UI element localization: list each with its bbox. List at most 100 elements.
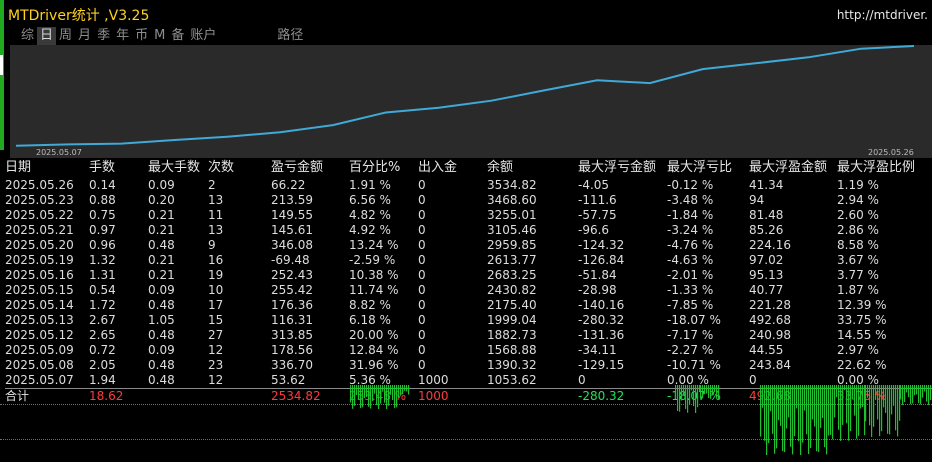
table-row[interactable]: 2025.05.16 1.31 0.21 19 252.43 10.38 % 0 2683.2… bbox=[5, 268, 932, 283]
indicator-bar bbox=[689, 385, 691, 405]
tab-10[interactable]: 路径 bbox=[274, 27, 306, 45]
table-cell: 1999.04 bbox=[487, 313, 537, 327]
table-cell: 13.24 % bbox=[349, 238, 399, 252]
table-cell: 8.82 % bbox=[349, 298, 391, 312]
table-cell: 12 bbox=[208, 343, 224, 357]
tab-6[interactable]: 币 bbox=[132, 27, 151, 45]
indicator-bar bbox=[798, 385, 800, 442]
table-cell: 31.96 % bbox=[349, 358, 399, 372]
indicator-bar bbox=[693, 385, 695, 407]
indicator-bar bbox=[879, 385, 881, 437]
tab-2[interactable]: 周 bbox=[56, 27, 75, 45]
table-cell: 8.58 % bbox=[837, 238, 879, 252]
indicator-bar bbox=[790, 385, 792, 447]
indicator-bar bbox=[852, 385, 854, 400]
header-cell-1[interactable]: 手数 bbox=[89, 158, 148, 178]
tab-1[interactable]: 日 bbox=[37, 27, 57, 45]
table-row[interactable]: 2025.05.20 0.96 0.48 9 346.08 13.24 % 0 2959.85… bbox=[5, 238, 932, 253]
header-cell-10[interactable]: 最大浮盈金额 bbox=[749, 158, 837, 178]
table-cell: -57.75 bbox=[578, 208, 617, 222]
tab-8[interactable]: 备 bbox=[168, 27, 187, 45]
table-row[interactable]: 2025.05.13 2.67 1.05 15 116.31 6.18 % 0 1999.04… bbox=[5, 313, 932, 328]
indicator-bar bbox=[848, 385, 850, 441]
header-cell-6[interactable]: 出入金 bbox=[418, 158, 487, 178]
indicator-bar bbox=[914, 385, 916, 396]
table-cell: 10.38 % bbox=[349, 268, 399, 282]
indicator-bar bbox=[691, 385, 693, 391]
indicator-bar bbox=[404, 385, 406, 391]
table-cell: -131.36 bbox=[578, 328, 625, 342]
header-cell-4[interactable]: 盈亏金额 bbox=[271, 158, 349, 178]
header-cell-9[interactable]: 最大浮亏比 bbox=[667, 158, 749, 178]
header-cell-7[interactable]: 余额 bbox=[487, 158, 578, 178]
table-cell: 0.72 bbox=[89, 343, 116, 357]
indicator-bar bbox=[904, 385, 906, 402]
table-cell: 2025.05.26 bbox=[5, 178, 74, 192]
indicator-bar bbox=[806, 385, 808, 435]
table-row[interactable]: 2025.05.12 2.65 0.48 27 313.85 20.00 % 0 1882.7… bbox=[5, 328, 932, 343]
table-cell: 0.09 bbox=[148, 178, 175, 192]
table-cell: 66.22 bbox=[271, 178, 306, 192]
header-cell-2[interactable]: 最大手数 bbox=[148, 158, 208, 178]
header-cell-5[interactable]: 百分比% bbox=[349, 158, 418, 178]
indicator-bar bbox=[780, 385, 782, 426]
table-cell: 0.48 bbox=[148, 328, 175, 342]
header-cell-11[interactable]: 最大浮盈比例 bbox=[837, 158, 932, 178]
table-cell: 1.72 bbox=[89, 298, 116, 312]
table-cell: 11.74 % bbox=[349, 283, 399, 297]
table-cell: -69.48 bbox=[271, 253, 310, 267]
tab-7[interactable]: M bbox=[151, 27, 168, 45]
table-cell: -2.27 % bbox=[667, 343, 714, 357]
table-cell: 0.75 bbox=[89, 208, 116, 222]
header-cell-0[interactable]: 日期 bbox=[5, 158, 89, 178]
indicator-bar bbox=[386, 385, 388, 409]
table-row[interactable]: 2025.05.23 0.88 0.20 13 213.59 6.56 % 0 3468.60… bbox=[5, 193, 932, 208]
indicator-bar bbox=[772, 385, 774, 434]
table-row[interactable]: 2025.05.15 0.54 0.09 10 255.42 11.74 % 0 2430.8… bbox=[5, 283, 932, 298]
website-url[interactable]: http://mtdriver. bbox=[837, 8, 928, 22]
table-cell: 2.86 % bbox=[837, 223, 879, 237]
indicator-bar bbox=[774, 385, 776, 454]
indicator-bar bbox=[716, 385, 718, 398]
table-cell: 0.09 bbox=[148, 283, 175, 297]
indicator-bar bbox=[390, 385, 392, 395]
table-row[interactable]: 2025.05.22 0.75 0.21 11 149.55 4.82 % 0 3255.01… bbox=[5, 208, 932, 223]
balance-chart: 2025.05.07 2025.05.26 bbox=[10, 45, 932, 158]
table-cell: -129.15 bbox=[578, 358, 625, 372]
indicator-bar bbox=[902, 385, 904, 405]
table-cell: 95.13 bbox=[749, 268, 784, 282]
tab-0[interactable]: 综 bbox=[18, 27, 37, 45]
indicator-bar bbox=[712, 385, 714, 396]
indicator-bar bbox=[764, 385, 766, 441]
indicator-bar bbox=[822, 385, 824, 418]
table-cell: -28.98 bbox=[578, 283, 617, 297]
table-cell: 0 bbox=[418, 283, 426, 297]
table-cell: 17 bbox=[208, 298, 224, 312]
table-cell: -18.07 % bbox=[667, 313, 721, 327]
tab-3[interactable]: 月 bbox=[75, 27, 94, 45]
indicator-bar bbox=[760, 385, 762, 437]
tab-9[interactable]: 账户 bbox=[187, 27, 219, 45]
table-cell: 1.05 bbox=[148, 313, 175, 327]
tab-5[interactable]: 年 bbox=[113, 27, 132, 45]
indicator-bar bbox=[818, 385, 820, 452]
table-row[interactable]: 2025.05.09 0.72 0.09 12 178.56 12.84 % 0 1568.8… bbox=[5, 343, 932, 358]
indicator-bar bbox=[788, 385, 790, 418]
indicator-bar bbox=[368, 385, 370, 407]
table-cell: 0 bbox=[418, 268, 426, 282]
table-row[interactable]: 2025.05.14 1.72 0.48 17 176.36 8.82 % 0 2175.40… bbox=[5, 298, 932, 313]
header-cell-3[interactable]: 次数 bbox=[208, 158, 271, 178]
table-cell: 224.16 bbox=[749, 238, 791, 252]
table-row[interactable]: 2025.05.08 2.05 0.48 23 336.70 31.96 % 0 1390.3… bbox=[5, 358, 932, 373]
indicator-bar bbox=[844, 385, 846, 391]
table-cell: 4.82 % bbox=[349, 208, 391, 222]
header-cell-8[interactable]: 最大浮亏金额 bbox=[578, 158, 667, 178]
tab-4[interactable]: 季 bbox=[94, 27, 113, 45]
table-row[interactable]: 2025.05.21 0.97 0.21 13 145.61 4.92 % 0 3105.46… bbox=[5, 223, 932, 238]
table-row[interactable]: 2025.05.26 0.14 0.09 2 66.22 1.91 % 0 3534.82 -4… bbox=[5, 178, 932, 193]
indicator-bar bbox=[846, 385, 848, 424]
indicator-bar bbox=[714, 385, 716, 393]
indicator-bar bbox=[681, 385, 683, 401]
balance-chart-svg: 2025.05.07 2025.05.26 bbox=[10, 45, 932, 158]
table-row[interactable]: 2025.05.19 1.32 0.21 16 -69.48 -2.59 % 0 2613.7… bbox=[5, 253, 932, 268]
